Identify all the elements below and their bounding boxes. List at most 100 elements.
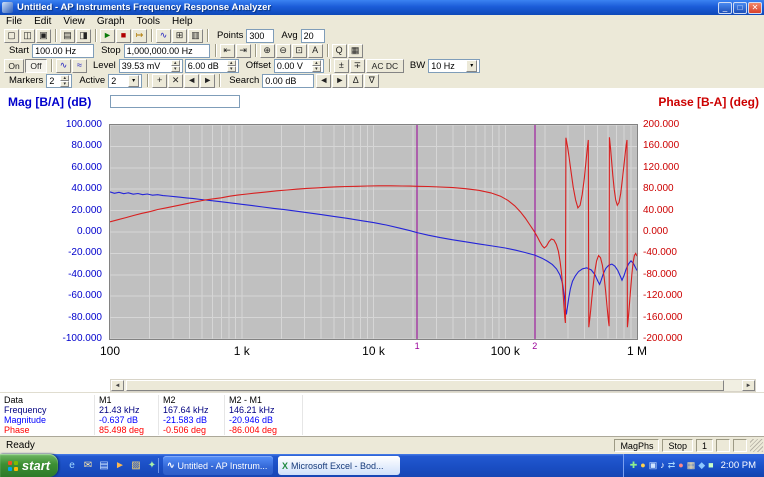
save-button[interactable]: ▣ — [36, 29, 51, 43]
add-marker-button[interactable]: + — [152, 74, 167, 88]
chart-panel: Mag [B/A] (dB) Phase [B-A] (deg) ◄ ► 100… — [0, 88, 764, 392]
scroll-right-arrow-icon[interactable]: ► — [742, 380, 755, 391]
marker-value-cell: 85.498 deg — [95, 425, 159, 435]
tray-icon-7[interactable]: ▦ — [687, 461, 696, 470]
tray-icon-4[interactable]: ♪ — [660, 461, 665, 470]
legend-toggle-button[interactable]: ▥ — [188, 29, 203, 43]
messenger-icon[interactable]: ✦ — [145, 459, 159, 473]
search-left-button[interactable]: ◄ — [316, 74, 331, 88]
tray-icon-6[interactable]: ● — [678, 461, 683, 470]
input-a-attenuator-button[interactable]: ± — [334, 59, 349, 73]
task-button[interactable]: XMicrosoft Excel - Bod... — [278, 456, 400, 475]
plot-area[interactable] — [109, 124, 638, 340]
spin-down-icon[interactable]: ▾ — [227, 66, 236, 72]
start-button[interactable]: start — [0, 454, 58, 477]
spin-down-icon[interactable]: ▾ — [171, 66, 180, 72]
tray-icon-3[interactable]: ▣ — [649, 461, 658, 470]
spin-down-icon[interactable]: ▾ — [312, 66, 321, 72]
tray-icon-9[interactable]: ■ — [708, 461, 713, 470]
q-measure-button[interactable]: Q — [332, 44, 347, 58]
minimize-button[interactable]: _ — [718, 2, 732, 14]
print-button[interactable]: ▤ — [60, 29, 75, 43]
email-icon[interactable]: ✉ — [81, 459, 95, 473]
zoom-window-button[interactable]: ⊡ — [292, 44, 307, 58]
stop-frequency-field[interactable]: 1,000,000.00 Hz — [124, 44, 210, 58]
noise-source-button[interactable]: ≈ — [72, 59, 87, 73]
level-db-field[interactable]: 6.00 dB▴▾ — [185, 59, 239, 73]
open-file-button[interactable]: ◫ — [20, 29, 35, 43]
menu-item-file[interactable]: File — [0, 16, 28, 27]
title-bar[interactable]: Untitled - AP Instruments Frequency Resp… — [0, 0, 764, 15]
frequency-scrollbar[interactable]: ◄ ► — [110, 379, 756, 392]
search-right-button[interactable]: ► — [332, 74, 347, 88]
folder-icon[interactable]: ▨ — [129, 459, 143, 473]
ac-dc-coupling-button[interactable]: AC DC — [366, 59, 404, 73]
search-field[interactable]: 0.00 dB — [262, 74, 314, 88]
zoom-out-button[interactable]: ⊖ — [276, 44, 291, 58]
markers-count-field-spinner[interactable]: ▴▾ — [60, 75, 69, 87]
autoscale-button[interactable]: A — [308, 44, 323, 58]
scrollbar-thumb[interactable] — [126, 380, 724, 391]
sine-source-button[interactable]: ∿ — [56, 59, 71, 73]
start-frequency-field[interactable]: 100.00 Hz — [32, 44, 94, 58]
new-file-button[interactable]: ▢ — [4, 29, 19, 43]
grid-toggle-button[interactable]: ⊞ — [172, 29, 187, 43]
stop-sweep-button[interactable]: ■ — [116, 29, 131, 43]
markers-count-field[interactable]: 2▴▾ — [46, 74, 72, 88]
menu-item-edit[interactable]: Edit — [28, 16, 57, 27]
menu-bar: FileEditViewGraphToolsHelp — [0, 15, 764, 28]
toolbar-row-2: Start100.00 HzStop1,000,000.00 Hz⇤⇥⊕⊖⊡AQ… — [0, 43, 764, 58]
scroll-left-arrow-icon[interactable]: ◄ — [111, 380, 124, 391]
offset-field-spinner[interactable]: ▴▾ — [312, 60, 321, 72]
pan-right-button[interactable]: ⇥ — [236, 44, 251, 58]
tray-icon-2[interactable]: ● — [640, 461, 645, 470]
copy-button[interactable]: ◨ — [76, 29, 91, 43]
mag-phase-view-button[interactable]: ∿ — [156, 29, 171, 43]
add-marker-icon: + — [157, 76, 162, 85]
pan-left-button[interactable]: ⇤ — [220, 44, 235, 58]
offset-field[interactable]: 0.00 V▴▾ — [274, 59, 324, 73]
dropdown-arrow-icon[interactable]: ▾ — [466, 60, 477, 72]
menu-item-tools[interactable]: Tools — [131, 16, 166, 27]
scrollbar-track[interactable] — [124, 380, 742, 391]
delete-marker-button[interactable]: ✕ — [168, 74, 183, 88]
graph-title-box[interactable] — [110, 95, 240, 108]
snapshot-button[interactable]: ▦ — [348, 44, 363, 58]
menu-item-graph[interactable]: Graph — [91, 16, 131, 27]
active-marker-field[interactable]: 2▾ — [108, 74, 142, 88]
show-desktop-icon[interactable]: ▤ — [97, 459, 111, 473]
input-b-attenuator-button[interactable]: ∓ — [350, 59, 365, 73]
tray-icon-1[interactable]: ✚ — [630, 461, 638, 470]
points-field[interactable]: 300 — [246, 29, 274, 43]
next-marker-button[interactable]: ► — [200, 74, 215, 88]
media-player-icon[interactable]: ► — [113, 459, 127, 473]
valley-search-button[interactable]: ∇ — [364, 74, 379, 88]
toolbar-separator — [207, 29, 209, 42]
single-sweep-button[interactable]: ↦ — [132, 29, 147, 43]
marker-value-cell: -0.637 dB — [95, 415, 159, 425]
source-on-button[interactable]: On — [4, 59, 24, 73]
phase-axis-title: Phase [B-A] (deg) — [658, 95, 759, 109]
menu-item-help[interactable]: Help — [166, 16, 199, 27]
prev-marker-button[interactable]: ◄ — [184, 74, 199, 88]
task-button[interactable]: ∿Untitled - AP Instrum... — [163, 456, 273, 475]
internet-explorer-icon[interactable]: e — [65, 459, 79, 473]
peak-search-button[interactable]: Δ — [348, 74, 363, 88]
avg-field[interactable]: 20 — [301, 29, 325, 43]
run-sweep-button[interactable]: ► — [100, 29, 115, 43]
bandwidth-field[interactable]: 10 Hz▾ — [428, 59, 480, 73]
zoom-in-button[interactable]: ⊕ — [260, 44, 275, 58]
tray-icon-5[interactable]: ⇄ — [668, 461, 676, 470]
stop-sweep-icon: ■ — [121, 31, 126, 40]
dropdown-arrow-icon[interactable]: ▾ — [128, 75, 139, 87]
tray-icon-8[interactable]: ◆ — [698, 461, 705, 470]
level-field[interactable]: 39.53 mV▴▾ — [119, 59, 183, 73]
source-off-button[interactable]: Off — [25, 59, 47, 73]
close-button[interactable]: ✕ — [748, 2, 762, 14]
menu-item-view[interactable]: View — [57, 16, 91, 27]
level-db-field-spinner[interactable]: ▴▾ — [227, 60, 236, 72]
resize-grip[interactable] — [750, 439, 763, 452]
level-field-spinner[interactable]: ▴▾ — [171, 60, 180, 72]
maximize-button[interactable]: □ — [733, 2, 747, 14]
spin-down-icon[interactable]: ▾ — [60, 81, 69, 87]
